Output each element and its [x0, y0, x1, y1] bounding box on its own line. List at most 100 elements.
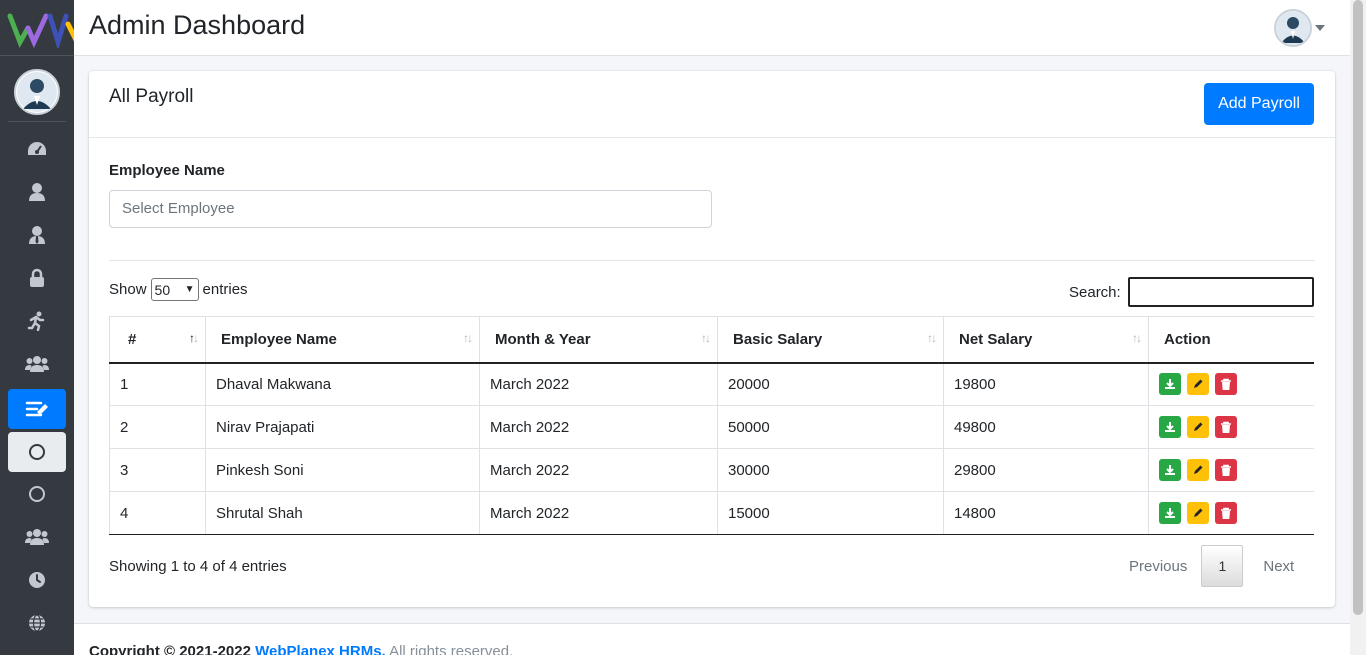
cell-number: 1	[109, 362, 206, 406]
delete-button[interactable]	[1215, 459, 1237, 481]
cell-month-year: March 2022	[479, 405, 718, 449]
sidebar-item-website[interactable]	[8, 603, 66, 643]
clock-icon	[29, 572, 45, 588]
download-icon	[1165, 422, 1175, 432]
sidebar-divider	[8, 121, 66, 122]
col-header-number[interactable]: # ↑↓	[109, 316, 206, 364]
trash-icon	[1221, 464, 1231, 476]
col-header-basic-salary[interactable]: Basic Salary ↑↓	[717, 316, 944, 364]
delete-button[interactable]	[1215, 502, 1237, 524]
entries-length-value: 50	[154, 281, 171, 298]
scrollbar-thumb[interactable]	[1353, 0, 1363, 615]
col-header-employee-name[interactable]: Employee Name ↑↓	[205, 316, 480, 364]
sidebar-item-attendance[interactable]	[8, 560, 66, 600]
sidebar-item-dashboard[interactable]	[8, 129, 66, 169]
users-icon	[25, 356, 49, 372]
table-row: 3 Pinkesh Soni March 2022 30000 29800	[109, 448, 1314, 492]
previous-page-button[interactable]: Previous	[1115, 558, 1201, 575]
download-button[interactable]	[1159, 502, 1181, 524]
pencil-icon	[1194, 379, 1203, 389]
sidebar-item-security[interactable]	[8, 258, 66, 298]
circle-icon	[29, 486, 45, 502]
search-label: Search:	[1069, 284, 1121, 301]
chevron-down-icon[interactable]	[1315, 25, 1325, 31]
cell-actions	[1148, 362, 1314, 406]
sidebar-user-avatar[interactable]	[14, 69, 60, 115]
pagination: Previous 1 Next	[1115, 545, 1308, 587]
cell-month-year: March 2022	[479, 362, 718, 406]
edit-button[interactable]	[1187, 373, 1209, 396]
sidebar-subitem-payroll-2[interactable]	[8, 474, 66, 514]
sidebar-item-payroll[interactable]	[8, 389, 66, 429]
user-avatar[interactable]	[1274, 9, 1312, 47]
cell-basic-salary: 30000	[717, 448, 944, 492]
download-icon	[1165, 508, 1175, 518]
employee-select[interactable]: Select Employee	[109, 190, 712, 228]
download-button[interactable]	[1159, 459, 1181, 481]
delete-button[interactable]	[1215, 416, 1237, 438]
pencil-icon	[1194, 422, 1203, 431]
length-control: Show 50 ▼ entries	[109, 278, 248, 301]
sidebar	[0, 0, 74, 655]
sidebar-item-employee[interactable]	[8, 215, 66, 255]
download-icon	[1165, 379, 1175, 390]
users-icon	[25, 529, 49, 545]
table-info: Showing 1 to 4 of 4 entries	[109, 558, 287, 575]
add-payroll-button[interactable]: Add Payroll	[1204, 83, 1314, 125]
running-icon	[27, 311, 45, 331]
cell-number: 2	[109, 405, 206, 449]
sidebar-item-teams[interactable]	[8, 344, 66, 384]
next-page-button[interactable]: Next	[1243, 558, 1308, 575]
footer-link[interactable]: WebPlanex HRMs.	[255, 643, 386, 655]
tachometer-icon	[28, 142, 46, 155]
sidebar-subitem-all-payroll[interactable]	[8, 432, 66, 472]
cell-number: 3	[109, 448, 206, 492]
trash-icon	[1221, 507, 1231, 519]
sidebar-item-activity[interactable]	[8, 301, 66, 341]
brand-logo[interactable]	[0, 0, 74, 56]
download-button[interactable]	[1159, 373, 1181, 396]
cell-actions	[1148, 448, 1314, 492]
page-1-button[interactable]: 1	[1201, 545, 1244, 587]
cell-basic-salary: 20000	[717, 362, 944, 406]
cell-actions	[1148, 491, 1314, 535]
edit-button[interactable]	[1187, 502, 1209, 524]
edit-button[interactable]	[1187, 416, 1209, 438]
table-header-row: # ↑↓ Employee Name ↑↓ Month & Year ↑↓ Ba…	[109, 316, 1314, 364]
col-header-action: Action	[1148, 316, 1314, 364]
cell-net-salary: 49800	[943, 405, 1149, 449]
delete-button[interactable]	[1215, 373, 1237, 396]
cell-employee-name: Pinkesh Soni	[205, 448, 480, 492]
card-header: All Payroll Add Payroll	[89, 71, 1335, 138]
copyright-prefix: Copyright © 2021-2022	[89, 643, 251, 655]
entries-label: entries	[202, 281, 248, 298]
copyright-text: Copyright © 2021-2022 WebPlanex HRMs. Al…	[89, 643, 513, 655]
sort-icon: ↑↓	[701, 331, 711, 345]
entries-length-select[interactable]: 50 ▼	[150, 278, 199, 301]
trash-icon	[1221, 378, 1231, 390]
cell-net-salary: 29800	[943, 448, 1149, 492]
download-button[interactable]	[1159, 416, 1181, 438]
lock-icon	[30, 268, 44, 287]
col-header-month-year[interactable]: Month & Year ↑↓	[479, 316, 718, 364]
col-header-net-salary[interactable]: Net Salary ↑↓	[943, 316, 1149, 364]
search-input[interactable]	[1128, 277, 1314, 307]
table-row: 1 Dhaval Makwana March 2022 20000 19800	[109, 362, 1314, 406]
show-label: Show	[109, 281, 147, 298]
cell-employee-name: Shrutal Shah	[205, 491, 480, 535]
user-tie-icon	[29, 226, 45, 244]
cell-basic-salary: 15000	[717, 491, 944, 535]
sort-icon: ↑↓	[189, 331, 199, 345]
sidebar-item-groups[interactable]	[8, 517, 66, 557]
cell-month-year: March 2022	[479, 448, 718, 492]
circle-icon	[29, 444, 45, 460]
vertical-scrollbar[interactable]	[1350, 0, 1366, 655]
page-title: Admin Dashboard	[89, 10, 306, 40]
sidebar-item-user[interactable]	[8, 172, 66, 212]
sort-icon: ↑↓	[463, 331, 473, 345]
edit-button[interactable]	[1187, 459, 1209, 481]
cell-actions	[1148, 405, 1314, 449]
sort-icon: ↑↓	[1132, 331, 1142, 345]
cell-basic-salary: 50000	[717, 405, 944, 449]
payroll-table: # ↑↓ Employee Name ↑↓ Month & Year ↑↓ Ba…	[109, 316, 1314, 535]
